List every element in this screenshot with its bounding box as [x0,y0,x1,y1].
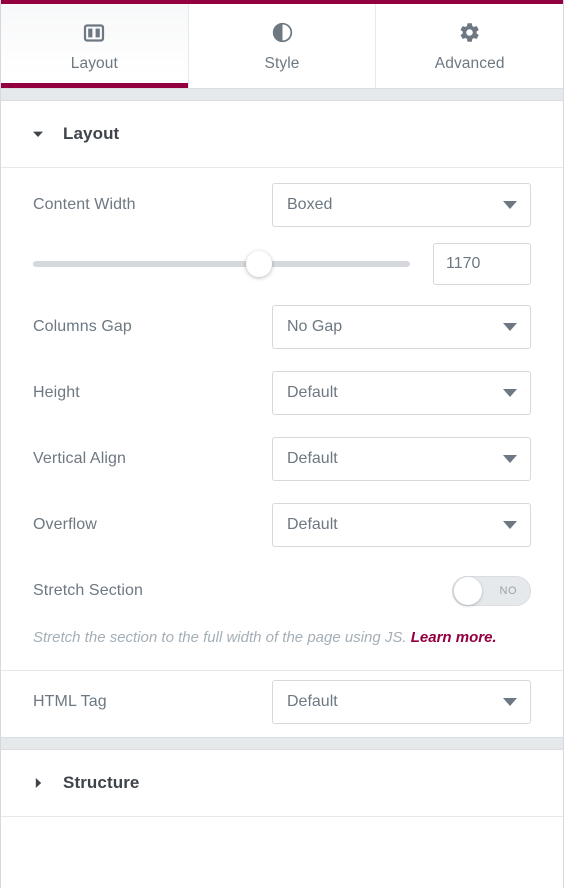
gear-icon [457,20,483,46]
chevron-right-icon [31,776,49,790]
tab-style-label: Style [264,54,300,72]
row-stretch-section: Stretch Section NO [33,558,531,624]
row-content-width-slider [33,234,531,294]
slider-track [33,261,410,267]
label-overflow: Overflow [33,516,97,533]
slider-thumb[interactable] [246,251,273,277]
section-title-structure: Structure [63,773,140,793]
chevron-down-icon [503,389,517,397]
tab-layout[interactable]: Layout [1,4,189,88]
chevron-down-icon [503,201,517,209]
label-vertical-align: Vertical Align [33,450,127,467]
select-html-tag[interactable]: Default [272,680,531,725]
stretch-section-description: Stretch the section to the full width of… [33,624,531,670]
columns-icon [81,20,107,46]
label-height: Height [33,384,80,401]
section-header-structure[interactable]: Structure [1,750,563,818]
select-content-width[interactable]: Boxed [272,183,531,227]
row-height: Height Default [33,360,531,426]
row-html-tag: HTML Tag Default [33,671,531,737]
label-stretch-section: Stretch Section [33,582,143,599]
row-content-width: Content Width Boxed [33,168,531,234]
select-html-tag-value: Default [287,693,338,711]
contrast-circle-icon [269,20,295,46]
select-overflow[interactable]: Default [272,503,531,547]
select-height-value: Default [287,384,338,401]
row-vertical-align: Vertical Align Default [33,426,531,492]
chevron-down-icon [503,455,517,463]
select-overflow-value: Default [287,516,338,533]
toggle-stretch-section-state: NO [499,585,517,597]
tab-style[interactable]: Style [188,4,377,88]
panel-spacer-structure [1,737,563,751]
chevron-down-icon [503,323,517,331]
label-content-width: Content Width [33,196,136,213]
layout-controls: Content Width Boxed Columns Gap No Gap [1,168,563,671]
select-columns-gap[interactable]: No Gap [272,305,531,349]
select-vertical-align-value: Default [287,450,338,467]
html-tag-controls: HTML Tag Default [1,671,563,738]
chevron-down-icon [503,521,517,529]
learn-more-link[interactable]: Learn more. [411,629,497,646]
stretch-section-description-text: Stretch the section to the full width of… [33,629,407,646]
label-html-tag: HTML Tag [33,693,107,711]
section-settings-panel: Layout Style Advanced Layout Content Wid… [0,0,564,888]
toggle-knob [454,577,482,605]
input-content-width-value[interactable] [433,243,531,285]
tab-advanced[interactable]: Advanced [376,4,563,88]
panel-spacer-top [1,88,563,101]
chevron-down-icon [503,698,517,707]
label-columns-gap: Columns Gap [33,318,132,335]
select-content-width-value: Boxed [287,196,333,213]
row-overflow: Overflow Default [33,492,531,558]
chevron-down-icon [31,127,49,141]
select-vertical-align[interactable]: Default [272,437,531,481]
slider-content-width[interactable] [33,249,410,279]
row-columns-gap: Columns Gap No Gap [33,294,531,360]
select-columns-gap-value: No Gap [287,318,343,335]
section-header-layout[interactable]: Layout [1,101,563,168]
tab-advanced-label: Advanced [434,54,505,72]
select-height[interactable]: Default [272,371,531,415]
tab-layout-label: Layout [70,54,118,72]
panel-tabs: Layout Style Advanced [1,0,563,88]
toggle-stretch-section[interactable]: NO [452,576,531,606]
section-title-layout: Layout [63,124,120,143]
